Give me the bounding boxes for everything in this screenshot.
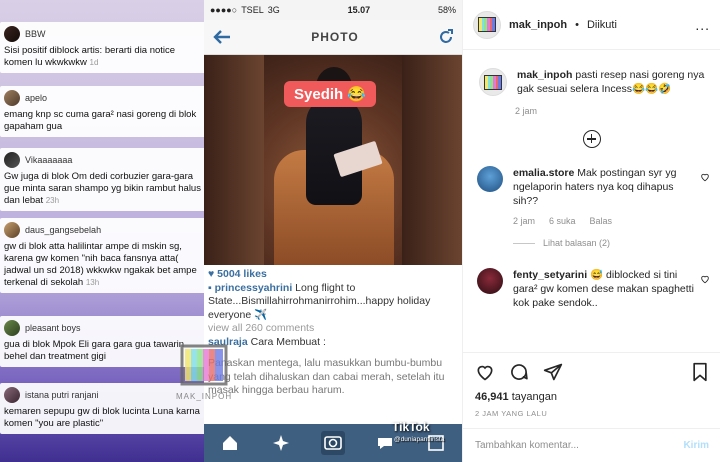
avatar — [4, 152, 20, 168]
comment-bubble-icon[interactable] — [509, 362, 529, 382]
activity-icon — [373, 431, 397, 455]
comment-username: Vikaaaaaaa — [25, 155, 73, 165]
comment-text: gua di blok Mpok Eli gara gara gua tawar… — [4, 339, 185, 362]
network-label: 3G — [267, 5, 280, 15]
action-bar — [475, 361, 709, 383]
comment-time: 23h — [45, 196, 60, 205]
avatar — [4, 222, 20, 238]
view-all-comments: view all 260 comments — [208, 322, 315, 334]
like-comment-heart-icon[interactable] — [700, 274, 710, 284]
mak-inpoh-watermark-icon — [180, 344, 228, 386]
camera-icon — [320, 431, 345, 455]
comment-username: BBW — [25, 29, 46, 39]
avatar[interactable] — [473, 10, 501, 39]
photo-image: Syedih 😂 — [204, 55, 462, 265]
back-arrow-icon — [213, 30, 230, 44]
phone-post-details: ♥ 5004 likes ▪ princessyahrini Long flig… — [204, 265, 462, 401]
avatar — [4, 26, 20, 42]
load-more-comments-button[interactable] — [463, 130, 720, 148]
view-replies-button[interactable]: Lihat balasan (2) — [513, 238, 720, 248]
like-comment-heart-icon[interactable] — [700, 172, 710, 182]
signal-icon: ●●●●○ — [210, 5, 238, 15]
avatar[interactable] — [477, 268, 503, 294]
views-label: tayangan — [508, 391, 557, 403]
comment-input[interactable] — [475, 440, 684, 451]
post-actions-section: 46,941 tayangan 2 JAM YANG LALU — [463, 352, 720, 418]
comment-item: fenty_setyarini 😅 diblocked si tini gara… — [463, 268, 720, 310]
comment-likes[interactable]: 6 suka — [549, 216, 576, 226]
comment-username: apelo — [25, 93, 48, 103]
comment-username[interactable]: emalia.store — [513, 167, 574, 179]
like-heart-icon[interactable] — [475, 362, 495, 382]
header-separator: • — [575, 18, 579, 31]
likes-count: 5004 likes — [217, 268, 267, 280]
avatar — [4, 320, 20, 336]
avatar[interactable] — [479, 68, 507, 96]
comment-text: Gw juga di blok Om dedi corbuzier gara-g… — [4, 171, 201, 206]
comment-username: daus_gangsebelah — [25, 225, 102, 235]
comment-username: pleasant boys — [25, 323, 81, 333]
heart-icon: ♥ — [208, 268, 218, 280]
caption-bubble-icon: ▪ — [208, 281, 215, 294]
views-count[interactable]: 46,941 tayangan — [475, 391, 709, 403]
more-options-button[interactable]: ... — [695, 17, 710, 33]
post-detail-panel: mak_inpoh • Diikuti ... mak_inpoh pasti … — [462, 0, 720, 462]
header-username[interactable]: mak_inpoh — [509, 19, 567, 31]
tiktok-handle: @duniapantiinsta — [394, 436, 445, 443]
send-comment-button[interactable]: Kirim — [683, 440, 709, 451]
comment-username[interactable]: fenty_setyarini — [513, 269, 587, 281]
comment-time: 1d — [89, 58, 99, 67]
plus-circle-icon — [582, 130, 601, 148]
share-paper-plane-icon[interactable] — [543, 362, 563, 382]
comment-text: kemaren sepupu gw di blok lucinta Luna k… — [4, 406, 200, 429]
comment-username: istana putri ranjani — [25, 390, 99, 400]
home-icon — [218, 431, 242, 455]
avatar — [4, 387, 20, 403]
comment-text: gw di blok atta halilintar ampe di mskin… — [4, 241, 197, 288]
post-media[interactable]: BBW Sisi positif diblock artis: berarti … — [0, 0, 462, 462]
comment-time: 13h — [85, 278, 100, 287]
caption-username[interactable]: mak_inpoh — [517, 69, 572, 81]
refresh-icon — [440, 29, 453, 43]
phone-status-bar: ●●●●○ TSEL 3G 15.07 58% — [204, 0, 462, 20]
avatar[interactable] — [477, 166, 503, 192]
add-comment-bar: Kirim — [463, 428, 720, 462]
post-header: mak_inpoh • Diikuti ... — [463, 0, 720, 50]
views-number: 46,941 — [475, 391, 509, 403]
posted-time: 2 JAM YANG LALU — [475, 409, 548, 418]
tiktok-comment-card: BBW Sisi positif diblock artis: berarti … — [0, 22, 206, 73]
tv-logo-icon — [478, 17, 496, 32]
save-bookmark-icon[interactable] — [691, 362, 709, 382]
phone-clock: 15.07 — [347, 5, 371, 15]
embedded-phone-screenshot: ●●●●○ TSEL 3G 15.07 58% PHOTO Syedih 😂 ♥… — [204, 0, 462, 462]
phone-nav-bar: PHOTO — [204, 20, 462, 55]
avatar — [4, 90, 20, 106]
tiktok-logo: TikTok — [392, 420, 430, 434]
tiktok-comment-card: daus_gangsebelah gw di blok atta halilin… — [0, 218, 206, 293]
follow-status-button[interactable]: Diikuti — [587, 19, 617, 31]
view-replies-label: Lihat balasan (2) — [543, 238, 611, 248]
sticker-label: Syedih 😂 — [284, 81, 377, 107]
tiktok-comment-card: Vikaaaaaaa Gw juga di blok Om dedi corbu… — [0, 148, 206, 211]
commenter-text: Cara Membuat : — [247, 335, 326, 348]
phone-page-title: PHOTO — [311, 30, 359, 44]
recipe-text: Panaskan mentega, lalu masukkan bumbu-bu… — [208, 357, 445, 396]
tiktok-comment-card: apelo emang knp sc cuma gara² nasi goren… — [0, 86, 206, 137]
caption-time: 2 jam — [515, 106, 538, 116]
carrier-label: TSEL — [241, 5, 264, 15]
watermark-label: MAK_INPOH — [176, 392, 233, 401]
tv-logo-icon — [484, 74, 502, 90]
comment-time: 2 jam — [513, 216, 536, 226]
comment-text: emang knp sc cuma gara² nasi goreng di b… — [4, 109, 197, 132]
poster-username: princessyahrini — [214, 281, 293, 294]
profile-icon — [424, 431, 448, 455]
explore-icon — [269, 431, 293, 455]
comment-item: emalia.store Mak postingan syr yg ngelap… — [463, 166, 720, 248]
post-caption: mak_inpoh pasti resep nasi goreng nya ga… — [463, 50, 720, 96]
reply-button[interactable]: Balas — [590, 216, 613, 226]
battery-label: 58% — [437, 5, 456, 15]
